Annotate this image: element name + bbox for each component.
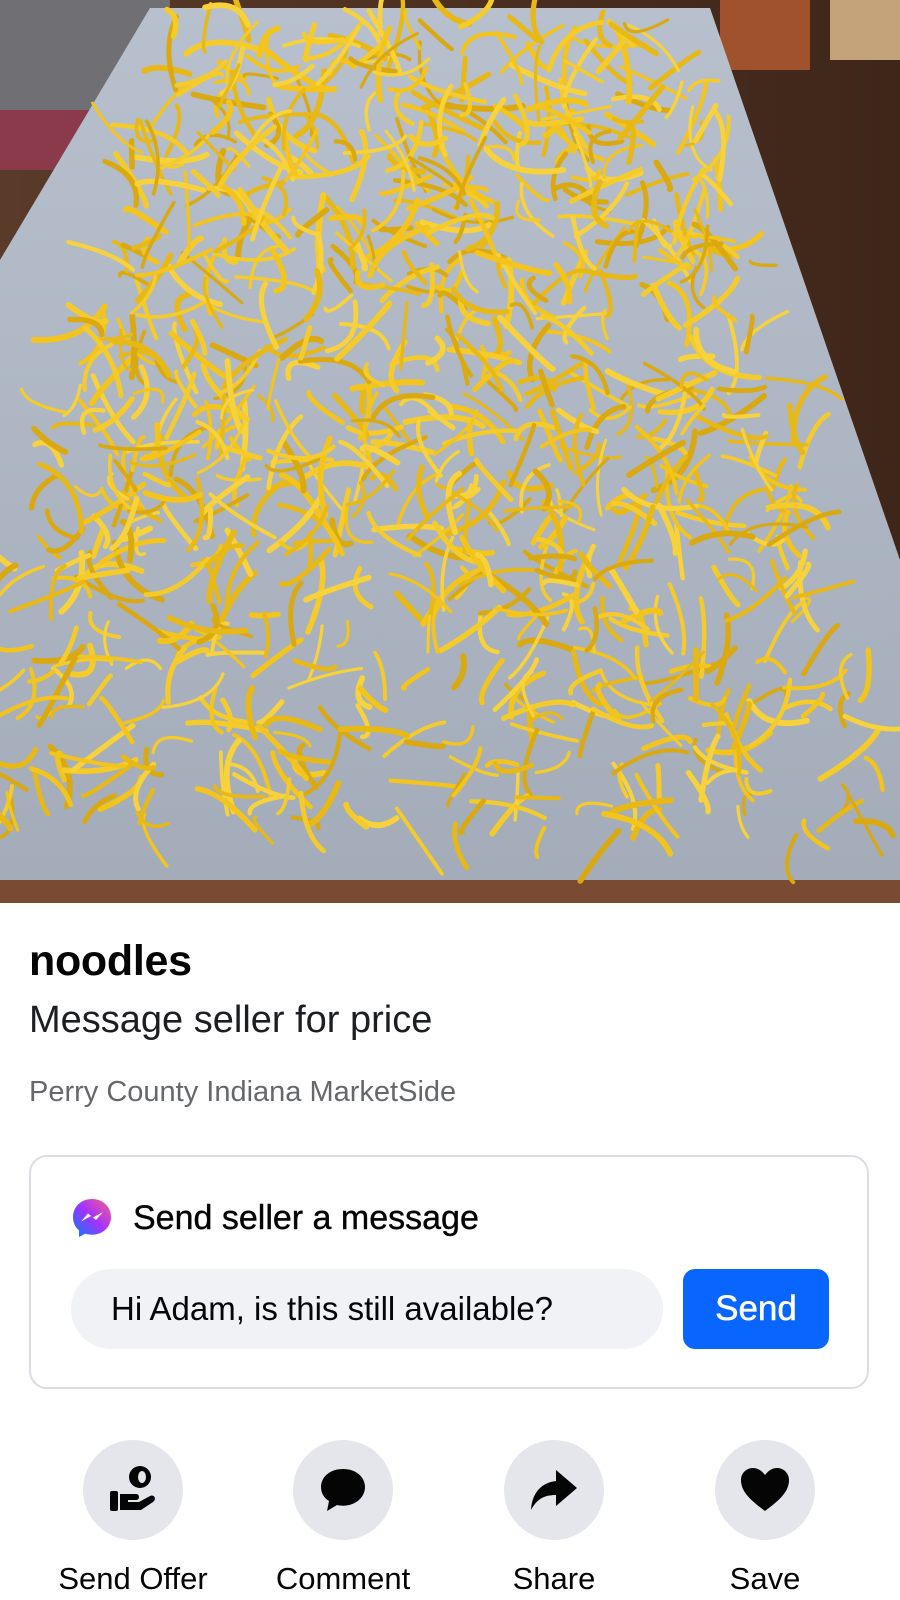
- comment-icon: [321, 1469, 365, 1511]
- noodle-strand: [205, 650, 268, 657]
- noodle-strand: [721, 412, 761, 419]
- send-offer-label: Send Offer: [58, 1561, 208, 1596]
- message-card-title: Send seller a message: [133, 1198, 479, 1237]
- noodle-strand: [655, 763, 662, 801]
- share-icon-circle[interactable]: [504, 1440, 604, 1540]
- save-label: Save: [729, 1561, 801, 1596]
- listing-price: Message seller for price: [29, 999, 433, 1041]
- send-offer-icon-circle[interactable]: [83, 1440, 183, 1540]
- noodle-strand: [426, 614, 432, 654]
- noodle-strand: [307, 531, 314, 571]
- save-button[interactable]: Save: [660, 1440, 870, 1598]
- message-input[interactable]: Hi Adam, is this still available?: [71, 1269, 663, 1349]
- share-label: Share: [512, 1561, 596, 1596]
- send-button[interactable]: Send: [683, 1269, 829, 1349]
- save-icon-circle[interactable]: [715, 1440, 815, 1540]
- comment-icon-circle[interactable]: [293, 1440, 393, 1540]
- noodle-strand: [359, 383, 367, 415]
- comment-label: Comment: [275, 1561, 411, 1596]
- noodle-strand: [527, 553, 577, 562]
- share-button[interactable]: Share: [449, 1440, 659, 1598]
- heart-icon: [741, 1468, 789, 1511]
- listing-title: noodles: [29, 937, 192, 985]
- share-icon: [531, 1470, 577, 1510]
- send-offer-icon: [110, 1466, 155, 1511]
- messenger-icon: [73, 1199, 111, 1237]
- send-message-card: Send seller a message Hi Adam, is this s…: [29, 1155, 869, 1389]
- send-offer-button[interactable]: Send Offer: [28, 1440, 238, 1598]
- noodles-photo-image: [0, 0, 900, 903]
- noodle-strand: [128, 138, 135, 170]
- noodle-strand: [466, 419, 475, 457]
- noodle-strand: [513, 795, 561, 801]
- listing-photo[interactable]: [0, 0, 900, 903]
- message-card-header: Send seller a message: [71, 1197, 479, 1239]
- listing-location[interactable]: Perry County Indiana MarketSide: [29, 1073, 456, 1111]
- noodle-strand: [459, 55, 468, 103]
- comment-button[interactable]: Comment: [238, 1440, 448, 1598]
